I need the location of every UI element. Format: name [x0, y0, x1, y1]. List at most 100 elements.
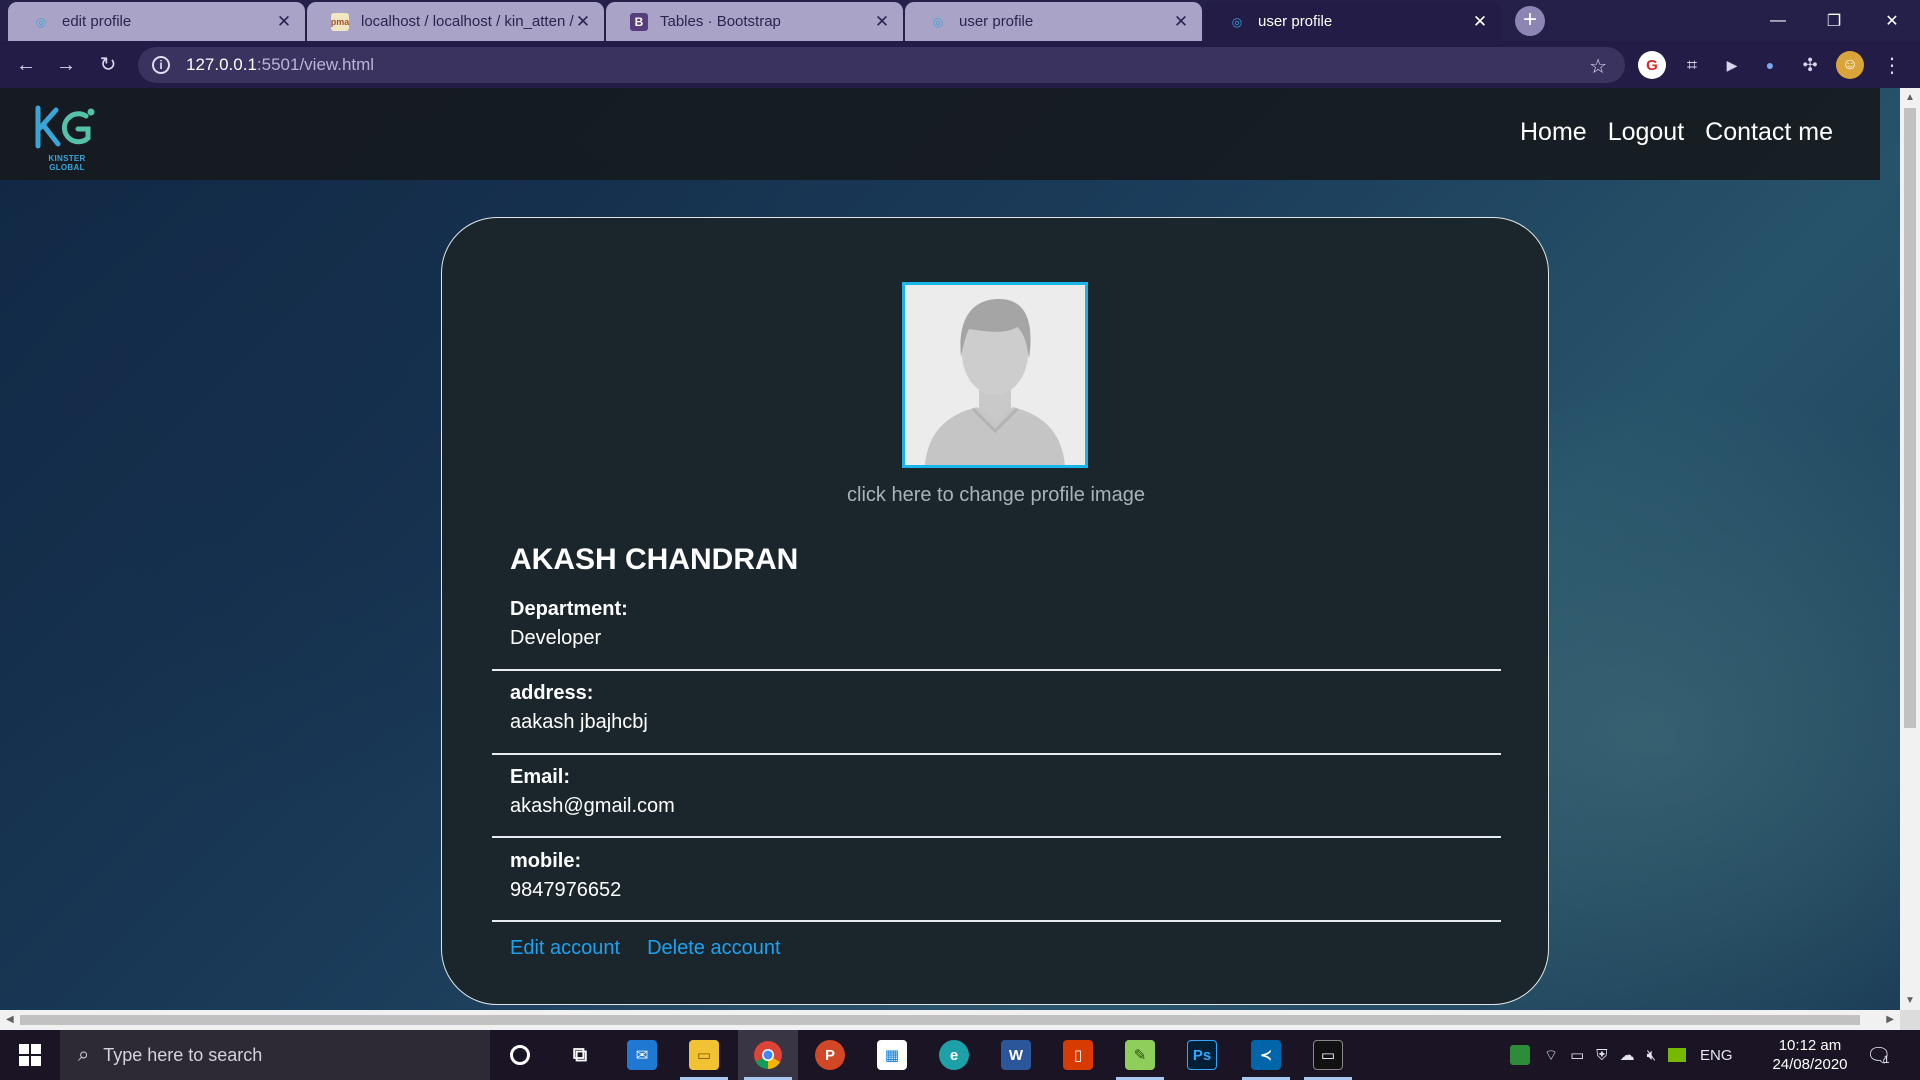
notification-count: 1 [1883, 1054, 1890, 1066]
close-icon[interactable]: ✕ [275, 12, 293, 32]
nav-links: Home Logout Contact me [1520, 118, 1833, 147]
vscode-icon[interactable]: ≺ [1236, 1030, 1296, 1080]
language-indicator[interactable]: ENG [1700, 1047, 1733, 1064]
divider [492, 920, 1501, 922]
onedrive-cloud-icon[interactable]: ☁ [1620, 1046, 1635, 1064]
window-close-icon[interactable]: ✕ [1864, 0, 1920, 41]
field-value: aakash jbajhcbj [510, 711, 648, 733]
windows-logo-icon [19, 1044, 41, 1066]
terminal-icon[interactable]: ▭ [1298, 1030, 1358, 1080]
search-placeholder: Type here to search [103, 1044, 263, 1065]
microphone-extension-icon[interactable]: ● [1756, 51, 1784, 79]
kg-favicon-icon: ◎ [35, 14, 47, 29]
chrome-icon[interactable] [738, 1030, 798, 1080]
profile-card: click here to change profile image AKASH… [441, 217, 1549, 1005]
browser-menu-icon[interactable]: ⋮ [1878, 51, 1906, 79]
nav-contact-link[interactable]: Contact me [1705, 118, 1833, 147]
horizontal-scrollbar[interactable]: ◀ ▶ [0, 1010, 1900, 1030]
field-value: akash@gmail.com [510, 795, 675, 817]
photoshop-icon[interactable]: Ps [1172, 1030, 1232, 1080]
close-icon[interactable]: ✕ [873, 12, 891, 32]
profile-name: AKASH CHANDRAN [510, 543, 799, 576]
scroll-left-icon[interactable]: ◀ [6, 1014, 14, 1025]
grammarly-extension-icon[interactable]: G [1638, 51, 1666, 79]
browser-tabstrip: ◎ edit profile ✕ pma localhost / localho… [0, 0, 1920, 41]
tab-title: edit profile [62, 13, 132, 30]
email-field: Email: akash@gmail.com [492, 766, 1501, 818]
restore-icon[interactable]: ❐ [1806, 0, 1862, 41]
wifi-icon[interactable]: ⌔ [1544, 1046, 1558, 1065]
url-host: 127.0.0.1 [186, 55, 257, 74]
tab-title: user profile [959, 13, 1034, 30]
scroll-up-icon[interactable]: ▲ [1905, 92, 1915, 103]
battery-icon[interactable]: ▭ [1570, 1046, 1584, 1064]
field-label: address: [510, 682, 594, 704]
close-icon[interactable]: ✕ [1471, 12, 1489, 32]
close-icon[interactable]: ✕ [574, 12, 592, 32]
tab-edit-profile[interactable]: ◎ edit profile ✕ [8, 2, 305, 41]
tab-title: localhost / localhost / kin_atten / [361, 13, 574, 30]
clock[interactable]: 10:12 am 24/08/2020 [1760, 1036, 1860, 1074]
new-tab-button[interactable]: + [1515, 6, 1545, 36]
page-viewport: KINSTER GLOBAL Home Logout Contact me cl… [0, 88, 1900, 1010]
office-icon[interactable]: ▯ [1048, 1030, 1108, 1080]
notepad-plus-icon[interactable]: ✎ [1110, 1030, 1170, 1080]
account-actions: Edit account Delete account [510, 937, 781, 960]
powerpoint-icon[interactable]: P [800, 1030, 860, 1080]
profile-image[interactable] [902, 282, 1088, 468]
user-silhouette-icon [905, 285, 1085, 465]
profile-avatar-icon[interactable]: ☺ [1836, 51, 1864, 79]
extensions-puzzle-icon[interactable]: ✣ [1796, 51, 1824, 79]
app-tray-icon[interactable] [1510, 1045, 1530, 1065]
security-shield-icon[interactable]: ⛨ [1596, 1047, 1607, 1064]
cortana-icon[interactable] [490, 1030, 550, 1080]
back-icon[interactable]: ← [12, 51, 40, 79]
kg-favicon-icon: ◎ [1231, 14, 1243, 29]
phpmyadmin-favicon-icon: pma [331, 12, 349, 31]
field-label: Email: [510, 766, 571, 788]
reload-icon[interactable]: ↻ [94, 51, 122, 79]
logo-text: KINSTER GLOBAL [48, 154, 86, 172]
minimize-icon[interactable]: — [1750, 0, 1806, 41]
edge-icon[interactable]: e [924, 1030, 984, 1080]
word-icon[interactable]: W [986, 1030, 1046, 1080]
mail-icon[interactable]: ✉ [612, 1030, 672, 1080]
clock-time: 10:12 am [1778, 1037, 1842, 1054]
nav-logout-link[interactable]: Logout [1608, 118, 1684, 147]
delete-account-link[interactable]: Delete account [647, 937, 780, 960]
tab-bootstrap[interactable]: B Tables · Bootstrap ✕ [606, 2, 903, 41]
kinster-global-logo[interactable]: KINSTER GLOBAL [30, 102, 104, 172]
chrome-logo-icon [754, 1041, 782, 1069]
tab-user-profile-active[interactable]: ◎ user profile ✕ [1204, 2, 1501, 41]
crop-extension-icon[interactable]: ⌗ [1678, 51, 1706, 79]
close-icon[interactable]: ✕ [1172, 12, 1190, 32]
forward-icon[interactable]: → [52, 51, 80, 79]
tab-phpmyadmin[interactable]: pma localhost / localhost / kin_atten / … [307, 2, 604, 41]
cast-extension-icon[interactable]: ▶ [1718, 51, 1746, 79]
nvidia-icon[interactable] [1668, 1048, 1687, 1062]
start-button[interactable] [0, 1030, 60, 1080]
change-profile-image-link[interactable]: click here to change profile image [442, 484, 1550, 507]
department-field: Department: Developer [492, 598, 1501, 650]
taskbar-search-box[interactable]: ⌕ Type here to search [60, 1030, 490, 1080]
bookmark-star-icon[interactable]: ☆ [1589, 54, 1607, 79]
edit-account-link[interactable]: Edit account [510, 937, 620, 960]
mobile-field: mobile: 9847976652 [492, 850, 1501, 902]
scroll-right-icon[interactable]: ▶ [1886, 1014, 1894, 1025]
kg-logo-icon [35, 105, 95, 149]
file-explorer-icon[interactable]: ▭ [674, 1030, 734, 1080]
task-view-icon[interactable]: ⧉ [550, 1030, 610, 1080]
nav-home-link[interactable]: Home [1520, 118, 1587, 147]
tab-title: Tables · Bootstrap [660, 13, 781, 30]
store-icon[interactable]: ▦ [862, 1030, 922, 1080]
address-bar[interactable]: i 127.0.0.1:5501/view.html ☆ [138, 47, 1625, 83]
vertical-scroll-thumb[interactable] [1904, 108, 1916, 728]
scroll-down-icon[interactable]: ▼ [1905, 995, 1915, 1006]
action-center-button[interactable]: 🗨︎ 1 [1866, 1030, 1891, 1080]
vertical-scrollbar[interactable]: ▲ ▼ [1900, 88, 1920, 1010]
tab-user-profile[interactable]: ◎ user profile ✕ [905, 2, 1202, 41]
site-info-icon[interactable]: i [152, 56, 170, 74]
horizontal-scroll-thumb[interactable] [20, 1015, 1860, 1025]
scrollbar-corner [1900, 1010, 1920, 1030]
volume-muted-icon[interactable]: 🔇︎ [1647, 1047, 1656, 1064]
